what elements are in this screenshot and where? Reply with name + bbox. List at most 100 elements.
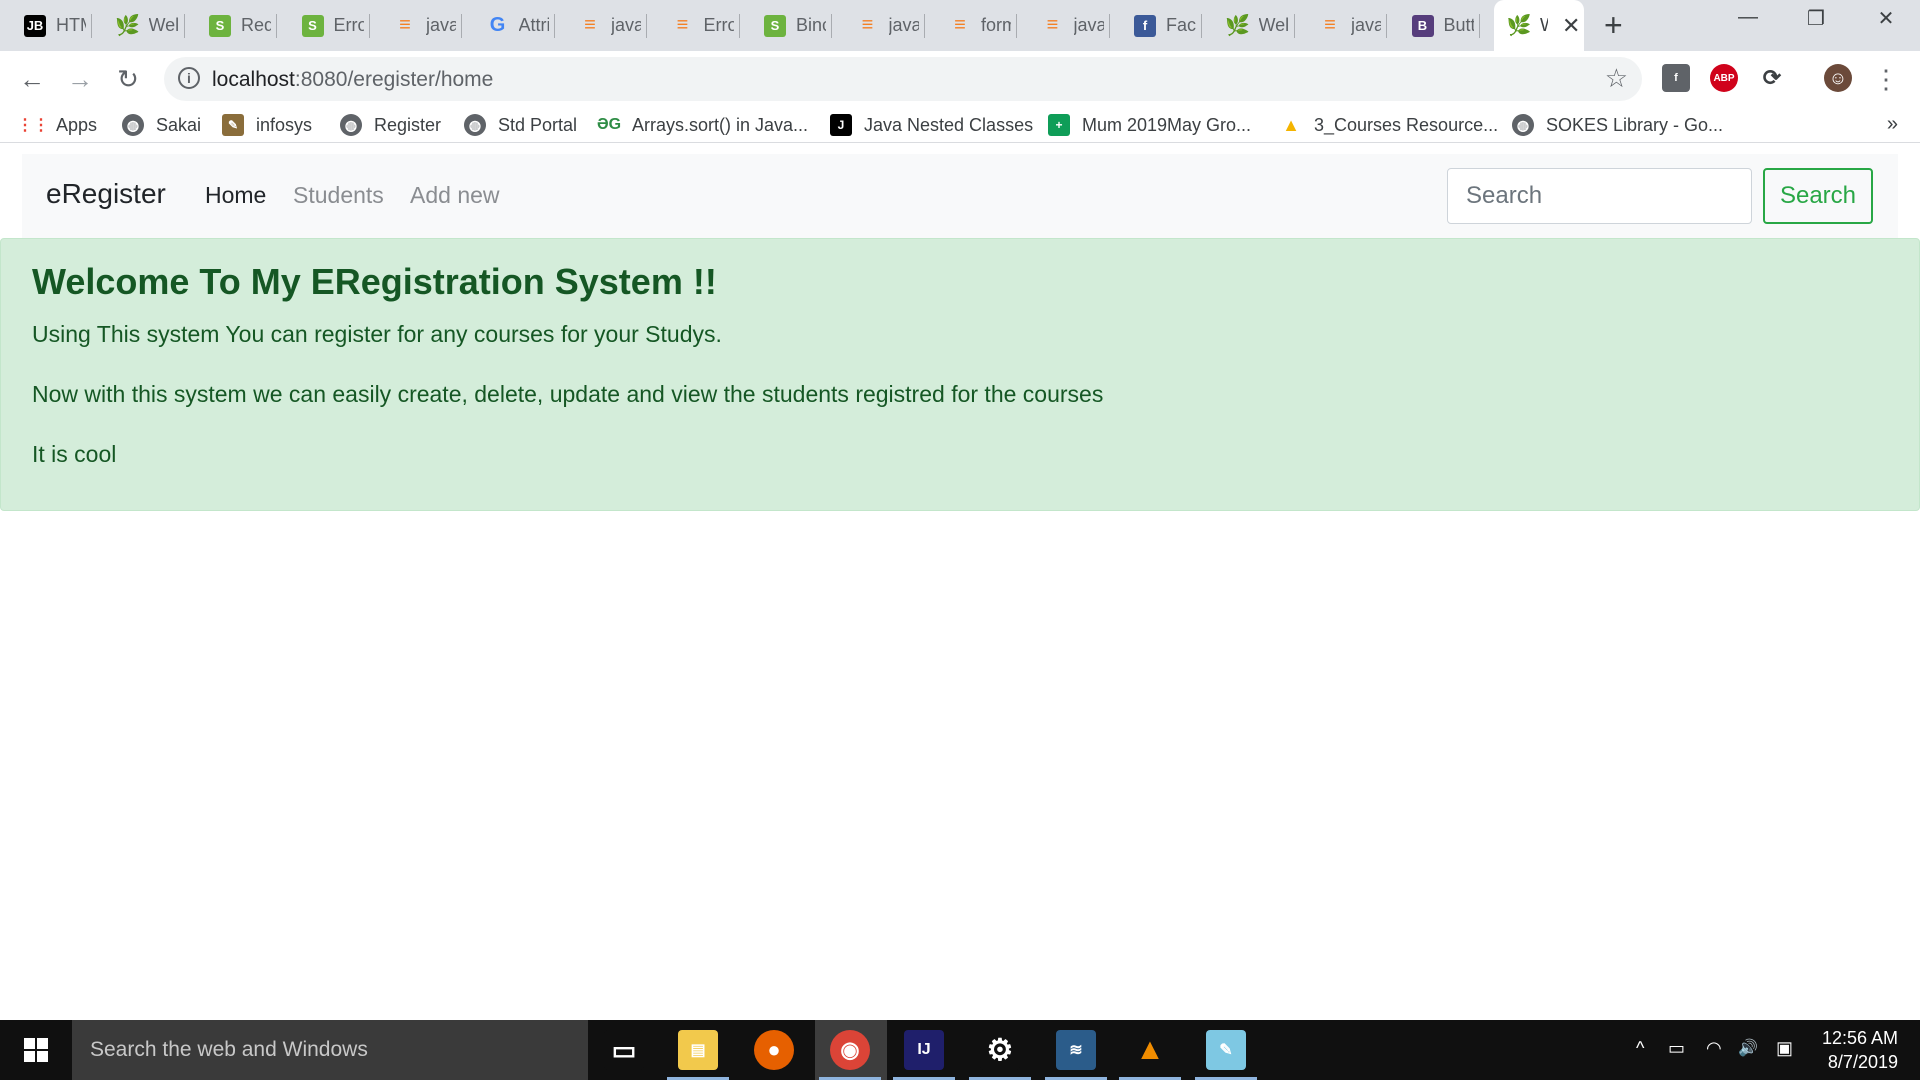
close-window-button[interactable]: ✕ (1866, 6, 1906, 31)
bookmark-item[interactable]: + Mum 2019May Gro... (1048, 113, 1251, 137)
active-tab[interactable]: 🌿 W ✕ (1494, 0, 1584, 51)
bookmark-item[interactable]: ƏG Arrays.sort() in Java... (597, 113, 808, 137)
search-button[interactable]: Search (1763, 168, 1873, 224)
alert-heading: Welcome To My ERegistration System !! (32, 261, 717, 302)
bookmarks-overflow-icon[interactable]: » (1887, 113, 1898, 136)
volume-icon[interactable]: 🔊 (1738, 1038, 1758, 1058)
tab-title: form (981, 15, 1011, 35)
browser-tab[interactable]: ≡ java (1295, 0, 1387, 51)
browser-tab[interactable]: G Attri (463, 0, 555, 51)
browser-tab[interactable]: ≡ java (833, 0, 925, 51)
tab-title: Wel (1258, 15, 1289, 35)
spring-leaf-icon: 🌿 (115, 15, 140, 37)
windows-logo-icon (24, 1038, 48, 1062)
settings-gear-icon[interactable]: ⚙ (980, 1030, 1020, 1070)
url-text[interactable]: localhost:8080/eregister/home (212, 68, 493, 92)
battery-icon[interactable]: ▭ (1668, 1038, 1685, 1059)
chrome-icon[interactable]: ◉ (830, 1030, 870, 1070)
chrome-menu-icon[interactable]: ⋮ (1868, 61, 1904, 97)
bookmarks-bar: ⋮⋮ Apps ◍ Sakai ✎ infosys ◍ Register ◍ Std Portal… (0, 107, 1920, 143)
browser-tab[interactable]: JB HTML (0, 0, 92, 51)
start-button[interactable] (0, 1020, 72, 1080)
browser-tab[interactable]: 🌿 Wel (1203, 0, 1295, 51)
wifi-icon[interactable]: ◠ (1706, 1038, 1722, 1059)
search-input[interactable] (1447, 168, 1752, 224)
sync-extension-icon[interactable]: ⟳ (1758, 64, 1786, 92)
bookmark-item[interactable]: ⋮⋮ Apps (17, 113, 98, 137)
tray-chevron-icon[interactable]: ^ (1636, 1038, 1644, 1059)
adblock-plus-icon[interactable]: ABP (1710, 64, 1738, 92)
globe-icon: ◍ (122, 114, 144, 136)
notepad-icon[interactable]: ✎ (1206, 1030, 1246, 1070)
bookmark-item[interactable]: J Java Nested Classes (830, 113, 1033, 137)
forward-button[interactable]: → (62, 61, 98, 97)
vlc-icon[interactable]: ▲ (1130, 1030, 1170, 1070)
jetbrains-icon: JB (24, 14, 46, 37)
back-button[interactable]: ← (14, 61, 50, 97)
tab-title: java (1351, 15, 1381, 35)
bookmark-item[interactable]: ◍ Sakai (122, 113, 201, 137)
bootstrap-icon: B (1411, 14, 1434, 37)
bookmark-item[interactable]: ✎ infosys (222, 113, 312, 137)
spring-leaf-icon: 🌿 (1506, 15, 1532, 37)
spring-boot-icon: S (301, 14, 324, 37)
navbar-brand[interactable]: eRegister (46, 178, 166, 210)
facebook-extension-icon[interactable]: f (1662, 64, 1690, 92)
intellij-icon[interactable]: IJ (904, 1030, 944, 1070)
tab-title: java (426, 15, 456, 35)
tab-title: Butt (1443, 15, 1474, 35)
restore-button[interactable]: ❐ (1796, 6, 1836, 31)
browser-tab[interactable]: B Butt (1388, 0, 1480, 51)
taskbar-clock[interactable]: 12:56 AM 8/7/2019 (1822, 1026, 1898, 1074)
browser-tab[interactable]: S Binc (740, 0, 832, 51)
bookmark-label: Sakai (156, 114, 202, 135)
firefox-icon[interactable]: ● (754, 1030, 794, 1070)
clock-time: 12:56 AM (1821, 1028, 1898, 1048)
bookmark-item[interactable]: ◍ Std Portal (464, 113, 577, 137)
taskbar-search-box[interactable]: Search the web and Windows (72, 1020, 588, 1080)
nav-link-students[interactable]: Students (293, 182, 384, 209)
browser-tab[interactable]: ≡ java (555, 0, 647, 51)
browser-tab[interactable]: f Face (1110, 0, 1202, 51)
tab-title: java (888, 15, 919, 35)
tab-separator (1478, 14, 1480, 38)
browser-tab[interactable]: S Req (185, 0, 277, 51)
tab-title: Wel (148, 15, 179, 35)
tab-title: Attri (518, 15, 549, 35)
bookmark-item[interactable]: ▲ 3_Courses Resource... (1280, 113, 1498, 137)
reload-button[interactable]: ↻ (110, 61, 146, 97)
browser-tab[interactable]: ≡ Erro (648, 0, 740, 51)
browser-tab[interactable]: ≡ java (370, 0, 462, 51)
alert-line-1: Using This system You can register for a… (32, 321, 722, 347)
nav-link-add-new[interactable]: Add new (410, 182, 500, 209)
new-tab-button[interactable]: + (1604, 8, 1623, 42)
browser-tab[interactable]: ≡ java (1018, 0, 1110, 51)
tab-title: Req (241, 15, 271, 35)
bookmark-item[interactable]: ◍ Register (340, 113, 441, 137)
welcome-alert: Welcome To My ERegistration System !! Us… (0, 238, 1920, 511)
tab-title: Binc (796, 15, 826, 35)
browser-tab[interactable]: S Erro (278, 0, 370, 51)
close-tab-icon[interactable]: ✕ (1562, 13, 1580, 39)
globe-icon: ◍ (464, 114, 486, 136)
notifications-icon[interactable]: ▣ (1776, 1038, 1793, 1059)
site-info-icon[interactable]: i (178, 67, 200, 89)
stackoverflow-icon: ≡ (584, 14, 596, 36)
browser-tab[interactable]: 🌿 Wel (93, 0, 185, 51)
journaldev-icon: J (830, 114, 852, 136)
bookmark-label: Apps (56, 114, 98, 135)
bookmark-star-icon[interactable]: ☆ (1605, 63, 1628, 94)
browser-tab[interactable]: ≡ form (925, 0, 1017, 51)
search-button-label: Search (1779, 182, 1857, 209)
mysql-workbench-icon[interactable]: ≋ (1056, 1030, 1096, 1070)
tab-title: HTML (56, 15, 86, 35)
task-view-icon[interactable]: ▭ (604, 1030, 644, 1070)
stackoverflow-icon: ≡ (1324, 14, 1336, 36)
nav-link-home[interactable]: Home (205, 182, 266, 209)
bookmark-label: Register (374, 114, 442, 135)
profile-avatar[interactable]: ☺ (1824, 64, 1852, 92)
file-explorer-icon[interactable]: ▤ (678, 1030, 718, 1070)
address-bar[interactable]: i localhost:8080/eregister/home ☆ (164, 57, 1642, 101)
minimize-button[interactable]: — (1728, 6, 1768, 29)
bookmark-item[interactable]: ◍ SOKES Library - Go... (1512, 113, 1723, 137)
